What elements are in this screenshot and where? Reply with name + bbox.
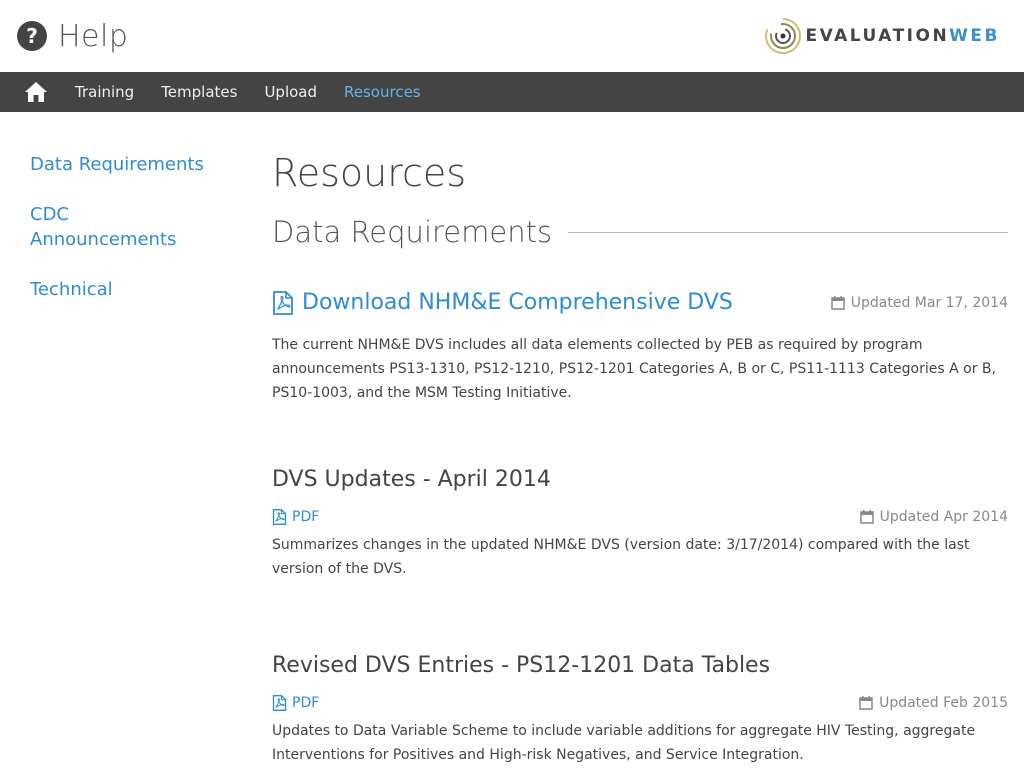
resource-meta-row: PDF Updated Apr 2014 xyxy=(272,509,1008,525)
sidebar: Data Requirements CDC Announcements Tech… xyxy=(30,152,230,327)
pdf-link[interactable]: PDF xyxy=(272,509,319,525)
updated-date-text: Updated Apr 2014 xyxy=(879,509,1008,525)
resource-description: Summarizes changes in the updated NHM&E … xyxy=(272,537,970,577)
question-circle-icon: ? xyxy=(17,21,47,51)
page-title: Resources xyxy=(272,151,467,195)
section-header: Data Requirements xyxy=(272,212,1008,252)
resource-item: Revised DVS Entries - PS12-1201 Data Tab… xyxy=(272,651,1008,767)
sidebar-item-data-requirements[interactable]: Data Requirements xyxy=(30,152,230,177)
nav-item-training[interactable]: Training xyxy=(75,83,134,101)
section-title: Data Requirements xyxy=(272,215,553,249)
pdf-link-text: PDF xyxy=(292,509,320,525)
resource-header: Download NHM&E Comprehensive DVS Updated… xyxy=(272,290,1008,315)
updated-date: Updated Apr 2014 xyxy=(859,509,1008,525)
nav-item-resources[interactable]: Resources xyxy=(344,83,421,101)
swirl-logo-icon xyxy=(765,18,802,54)
nav-item-upload[interactable]: Upload xyxy=(264,83,317,101)
pdf-link-text: PDF xyxy=(292,695,320,711)
download-dvs-link-text: Download NHM&E Comprehensive DVS xyxy=(302,290,733,315)
logo-text: EVALUATIONWEB xyxy=(805,26,1000,46)
nav-item-templates[interactable]: Templates xyxy=(161,83,237,101)
updated-date-text: Updated Mar 17, 2014 xyxy=(850,294,1008,311)
calendar-icon xyxy=(831,295,845,310)
help-title-text: Help xyxy=(58,18,129,54)
main-nav: Training Templates Upload Resources xyxy=(0,72,1024,112)
calendar-icon xyxy=(859,510,874,524)
svg-text:?: ? xyxy=(26,24,38,48)
pdf-file-icon xyxy=(273,290,293,315)
nav-home-button[interactable] xyxy=(24,80,48,104)
pdf-file-icon xyxy=(272,509,287,525)
home-icon xyxy=(25,82,47,102)
section-divider xyxy=(568,231,1008,233)
resource-item: DVS Updates - April 2014 PDF Updated Apr… xyxy=(272,465,1008,581)
evaluationweb-logo[interactable]: EVALUATIONWEB xyxy=(763,14,1000,58)
resource-description: The current NHM&E DVS includes all data … xyxy=(272,337,996,401)
help-title: ? Help xyxy=(16,16,128,56)
resource-title: Revised DVS Entries - PS12-1201 Data Tab… xyxy=(272,653,771,678)
top-header: ? Help EVALUATIONWEB xyxy=(0,0,1024,72)
sidebar-item-cdc-announcements[interactable]: CDC Announcements xyxy=(30,202,180,252)
updated-date-text: Updated Feb 2015 xyxy=(879,695,1008,711)
pdf-file-icon xyxy=(272,695,287,711)
download-dvs-link[interactable]: Download NHM&E Comprehensive DVS xyxy=(272,290,733,315)
updated-date: Updated Feb 2015 xyxy=(859,695,1008,711)
resource-meta-row: PDF Updated Feb 2015 xyxy=(272,695,1008,711)
resource-item: Download NHM&E Comprehensive DVS Updated… xyxy=(272,290,1008,405)
logo-text-web: WEB xyxy=(949,26,1000,46)
resource-title: DVS Updates - April 2014 xyxy=(272,467,551,492)
updated-date: Updated Mar 17, 2014 xyxy=(831,295,1008,311)
pdf-link[interactable]: PDF xyxy=(272,695,319,711)
sidebar-item-technical[interactable]: Technical xyxy=(30,277,230,302)
resource-description: Updates to Data Variable Scheme to inclu… xyxy=(272,723,976,763)
main-content: Resources Data Requirements Download NHM… xyxy=(272,150,1008,763)
calendar-icon xyxy=(859,696,873,710)
logo-text-evaluation: EVALUATION xyxy=(805,26,950,46)
